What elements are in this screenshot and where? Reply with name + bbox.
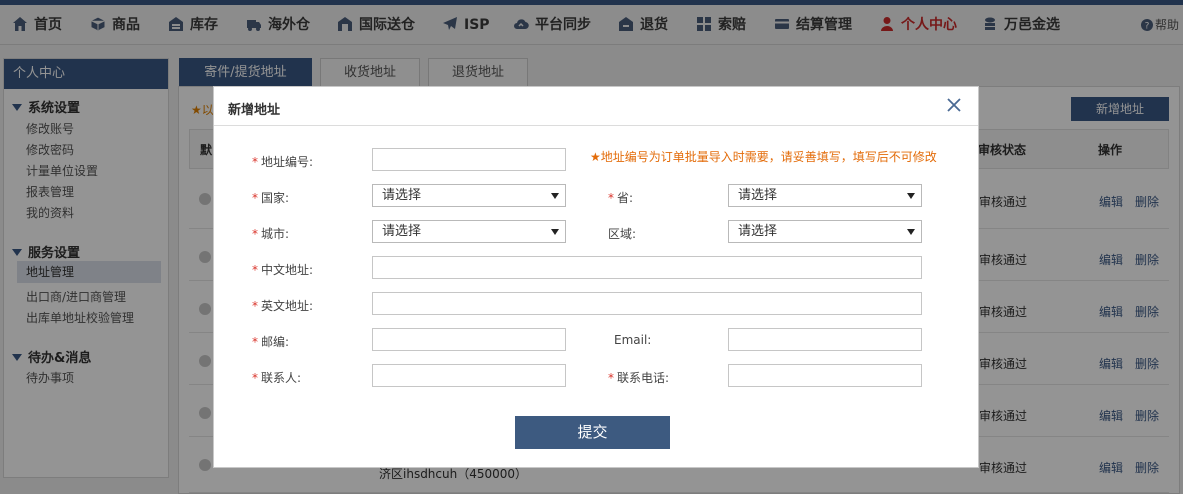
label-zip: * 邮编: <box>252 335 290 349</box>
dropdown-arrow-icon <box>551 193 559 199</box>
label-contact: * 联系人: <box>252 371 302 385</box>
dialog-title: 新增地址 <box>228 103 281 118</box>
english-address-input[interactable] <box>372 292 922 315</box>
country-select[interactable]: 请选择 <box>372 184 566 207</box>
label-phone: * 联系电话: <box>608 371 670 385</box>
zip-input[interactable] <box>372 328 566 351</box>
phone-input[interactable] <box>728 364 922 387</box>
contact-input[interactable] <box>372 364 566 387</box>
close-icon[interactable] <box>944 95 964 115</box>
province-select[interactable]: 请选择 <box>728 184 922 207</box>
dropdown-arrow-icon <box>907 229 915 235</box>
label-province: * 省: <box>608 191 634 205</box>
label-country: * 国家: <box>252 191 290 205</box>
district-select[interactable]: 请选择 <box>728 220 922 243</box>
add-address-dialog: 新增地址 * 地址编号: ★地址编号为订单批量导入时需要，请妥善填写，填写后不可修… <box>213 86 979 468</box>
submit-button[interactable]: 提交 <box>515 416 670 449</box>
chinese-address-input[interactable] <box>372 256 922 279</box>
dropdown-arrow-icon <box>907 193 915 199</box>
star-icon: ★ <box>590 150 601 164</box>
label-district: 区域: <box>608 227 637 241</box>
label-english-address: * 英文地址: <box>252 299 314 313</box>
label-city: * 城市: <box>252 227 290 241</box>
label-address-code: * 地址编号: <box>252 155 314 169</box>
label-chinese-address: * 中文地址: <box>252 263 314 277</box>
label-email: Email: <box>614 333 652 347</box>
dropdown-arrow-icon <box>551 229 559 235</box>
dialog-divider <box>214 125 978 126</box>
address-code-hint: ★地址编号为订单批量导入时需要，请妥善填写，填写后不可修改 <box>590 150 937 164</box>
city-select[interactable]: 请选择 <box>372 220 566 243</box>
email-input[interactable] <box>728 328 922 351</box>
address-code-input[interactable] <box>372 148 566 171</box>
